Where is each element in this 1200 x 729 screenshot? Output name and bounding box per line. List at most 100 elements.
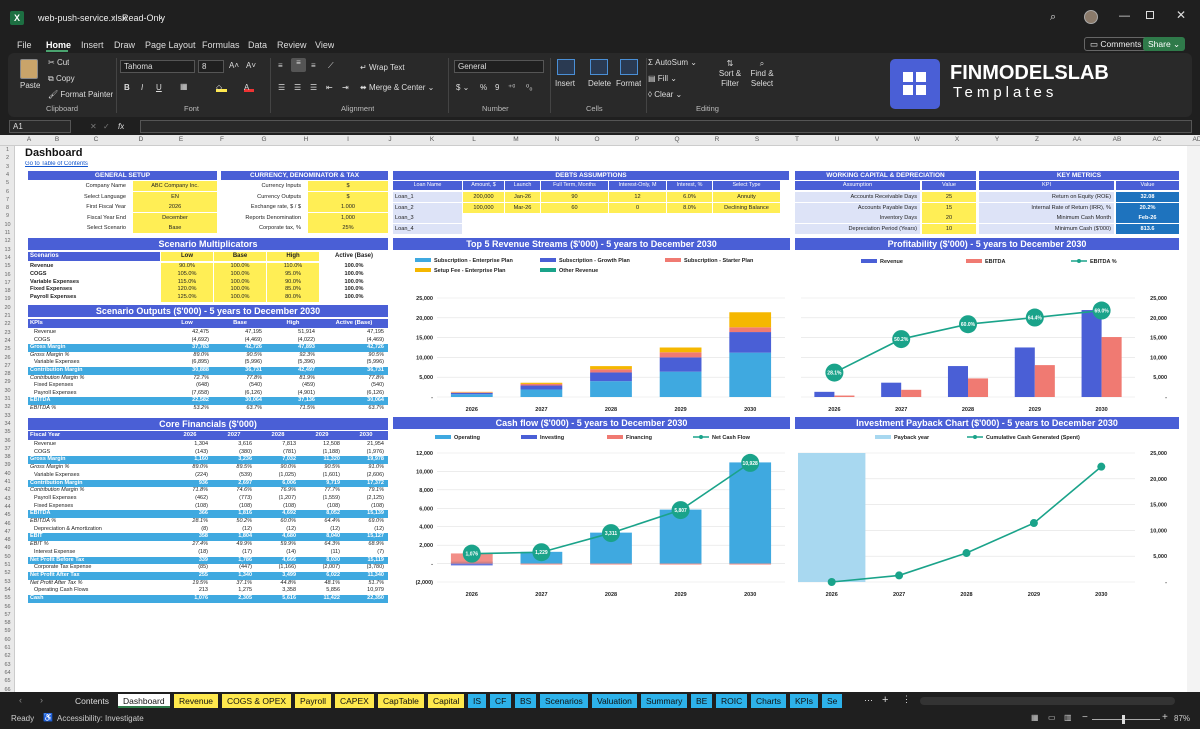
zoom-slider-thumb[interactable]: [1122, 715, 1125, 724]
row-header[interactable]: 41: [0, 478, 15, 486]
column-header[interactable]: M: [495, 136, 537, 143]
cancel-formula-icon[interactable]: ✕: [90, 122, 97, 131]
insert-cells-icon[interactable]: [557, 59, 575, 75]
row-header[interactable]: 26: [0, 354, 15, 362]
row-header[interactable]: 50: [0, 553, 15, 561]
row-header[interactable]: 19: [0, 295, 15, 303]
row-header[interactable]: 29: [0, 378, 15, 386]
row-header[interactable]: 36: [0, 437, 15, 445]
wc-value[interactable]: 20: [922, 213, 976, 224]
row-header[interactable]: 33: [0, 412, 15, 420]
zoom-level[interactable]: 87%: [1174, 714, 1190, 723]
copy-button[interactable]: ⧉ Copy: [48, 74, 75, 84]
general-value[interactable]: Base: [133, 223, 217, 234]
column-header[interactable]: X: [937, 136, 977, 143]
zoom-slider[interactable]: [1092, 719, 1160, 720]
tabs-menu-icon[interactable]: ⋮: [902, 694, 911, 705]
comma-icon[interactable]: 9: [495, 83, 499, 92]
row-header[interactable]: 64: [0, 669, 15, 677]
loan-input[interactable]: 6.0%: [667, 192, 712, 202]
column-header[interactable]: R: [697, 136, 737, 143]
sheet-tab-cogs-opex[interactable]: COGS & OPEX: [222, 694, 292, 708]
wc-value[interactable]: 25: [922, 192, 976, 202]
menu-page-layout[interactable]: Page Layout: [145, 40, 196, 50]
percent-icon[interactable]: %: [480, 83, 487, 92]
share-button[interactable]: Share ⌄: [1143, 37, 1186, 51]
column-header[interactable]: K: [411, 136, 453, 143]
column-header[interactable]: N: [537, 136, 577, 143]
scen-mult-value[interactable]: 95.0%: [267, 270, 319, 279]
row-header[interactable]: 30: [0, 387, 15, 395]
row-header[interactable]: 45: [0, 511, 15, 519]
column-header[interactable]: Y: [977, 136, 1017, 143]
italic-icon[interactable]: I: [141, 83, 143, 92]
row-header[interactable]: 47: [0, 528, 15, 536]
loan-input[interactable]: 200,000: [463, 192, 504, 202]
row-header[interactable]: 5: [0, 179, 15, 187]
row-header[interactable]: 10: [0, 221, 15, 229]
row-header[interactable]: 58: [0, 619, 15, 627]
vertical-scrollbar[interactable]: [1187, 146, 1200, 692]
number-format-select[interactable]: General: [454, 60, 544, 73]
cut-button[interactable]: ✂ Cut: [48, 58, 69, 67]
chevron-down-icon[interactable]: ⌄: [157, 12, 164, 21]
align-bottom-icon[interactable]: ≡: [311, 61, 316, 70]
menu-data[interactable]: Data: [248, 40, 267, 50]
formula-input[interactable]: [140, 120, 1192, 133]
column-header[interactable]: AB: [1097, 136, 1137, 143]
row-header[interactable]: 62: [0, 652, 15, 660]
scen-mult-value[interactable]: 105.0%: [161, 270, 213, 279]
currency-value[interactable]: $: [308, 191, 388, 202]
format-cells-icon[interactable]: [620, 59, 638, 75]
general-value[interactable]: EN: [133, 191, 217, 202]
loan-input[interactable]: 90: [541, 192, 608, 202]
row-header[interactable]: 37: [0, 445, 15, 453]
add-sheet-icon[interactable]: +: [882, 694, 888, 706]
row-header[interactable]: 11: [0, 229, 15, 237]
insert-function-icon[interactable]: fx: [118, 122, 124, 131]
row-header[interactable]: 16: [0, 271, 15, 279]
avatar[interactable]: [1084, 10, 1098, 24]
menu-file[interactable]: File: [17, 40, 32, 50]
increase-decimal-icon[interactable]: ⁺⁰: [508, 83, 515, 92]
merge-center-button[interactable]: ⬌ Merge & Center ⌄: [360, 83, 434, 92]
scen-mult-value[interactable]: 85.0%: [267, 286, 319, 295]
search-icon[interactable]: ⌕: [1050, 11, 1056, 24]
fill-button[interactable]: ▤ Fill ⌄: [648, 74, 677, 83]
column-header[interactable]: AA: [1057, 136, 1097, 143]
loan-input[interactable]: Mar-26: [505, 202, 540, 213]
menu-draw[interactable]: Draw: [114, 40, 135, 50]
shrink-font-icon[interactable]: A˅: [246, 61, 256, 70]
sheet-tab-scenarios[interactable]: Scenarios: [540, 694, 588, 708]
loan-input[interactable]: 8.0%: [667, 202, 712, 213]
row-header[interactable]: 48: [0, 536, 15, 544]
column-header[interactable]: S: [737, 136, 777, 143]
sheet-tab-revenue[interactable]: Revenue: [174, 694, 219, 708]
indent-icon[interactable]: ⇤: [326, 83, 333, 92]
row-header[interactable]: 3: [0, 163, 15, 171]
delete-cells-button[interactable]: Delete: [588, 79, 611, 88]
close-icon[interactable]: ✕: [1176, 8, 1186, 22]
column-header[interactable]: D: [121, 136, 161, 143]
column-header[interactable]: U: [817, 136, 857, 143]
column-header[interactable]: W: [897, 136, 937, 143]
row-header[interactable]: 32: [0, 403, 15, 411]
general-value[interactable]: December: [133, 212, 217, 223]
column-header[interactable]: H: [285, 136, 327, 143]
zoom-out-icon[interactable]: −: [1082, 712, 1088, 723]
font-color-icon[interactable]: A: [244, 83, 254, 92]
column-header[interactable]: T: [777, 136, 817, 143]
column-header[interactable]: Z: [1017, 136, 1057, 143]
row-header[interactable]: 57: [0, 611, 15, 619]
row-header[interactable]: 54: [0, 586, 15, 594]
sheet-tab-capex[interactable]: CAPEX: [335, 694, 374, 708]
font-name-select[interactable]: Tahoma: [120, 60, 195, 73]
row-header[interactable]: 17: [0, 279, 15, 287]
toc-link[interactable]: Go to Table of Contents: [25, 161, 88, 167]
sheet-tab-roic[interactable]: ROIC: [716, 694, 748, 708]
row-header[interactable]: 65: [0, 677, 15, 685]
column-header[interactable]: Q: [657, 136, 697, 143]
enter-formula-icon[interactable]: ✓: [103, 122, 110, 131]
orientation-icon[interactable]: ⟋: [328, 61, 334, 71]
sheet-tab-capital[interactable]: Capital: [428, 694, 465, 708]
